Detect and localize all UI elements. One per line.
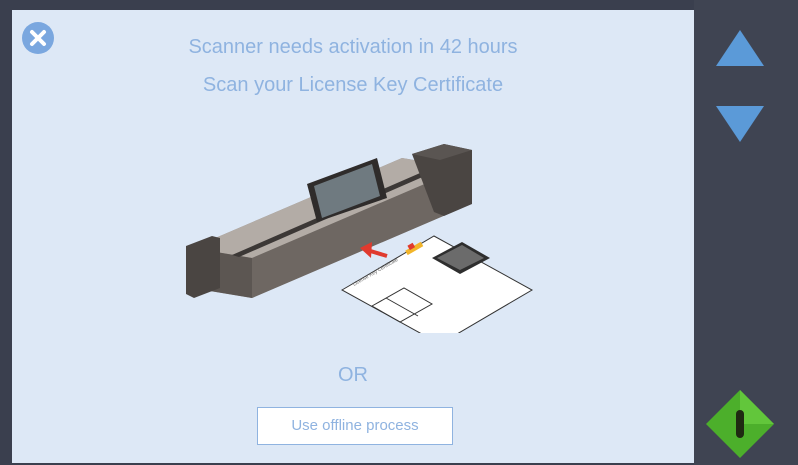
scanner-illustration: License Key Certificate <box>186 144 534 333</box>
instruction-text: Scan your License Key Certificate <box>202 74 504 96</box>
scroll-up-button[interactable] <box>714 28 766 73</box>
power-button[interactable] <box>704 388 776 465</box>
or-separator: OR <box>338 364 368 386</box>
activation-warning-text: Scanner needs activation in 42 hours <box>188 36 518 58</box>
app-window: Scanner needs activation in 42 hours Sca… <box>0 0 798 465</box>
power-icon <box>706 390 774 458</box>
scroll-down-button[interactable] <box>714 104 766 149</box>
navigation-sidebar <box>694 0 798 465</box>
arrow-up-icon <box>716 30 764 66</box>
offline-process-button[interactable]: Use offline process <box>257 407 453 445</box>
arrow-down-icon <box>716 106 764 142</box>
activation-panel: Scanner needs activation in 42 hours Sca… <box>12 10 694 463</box>
